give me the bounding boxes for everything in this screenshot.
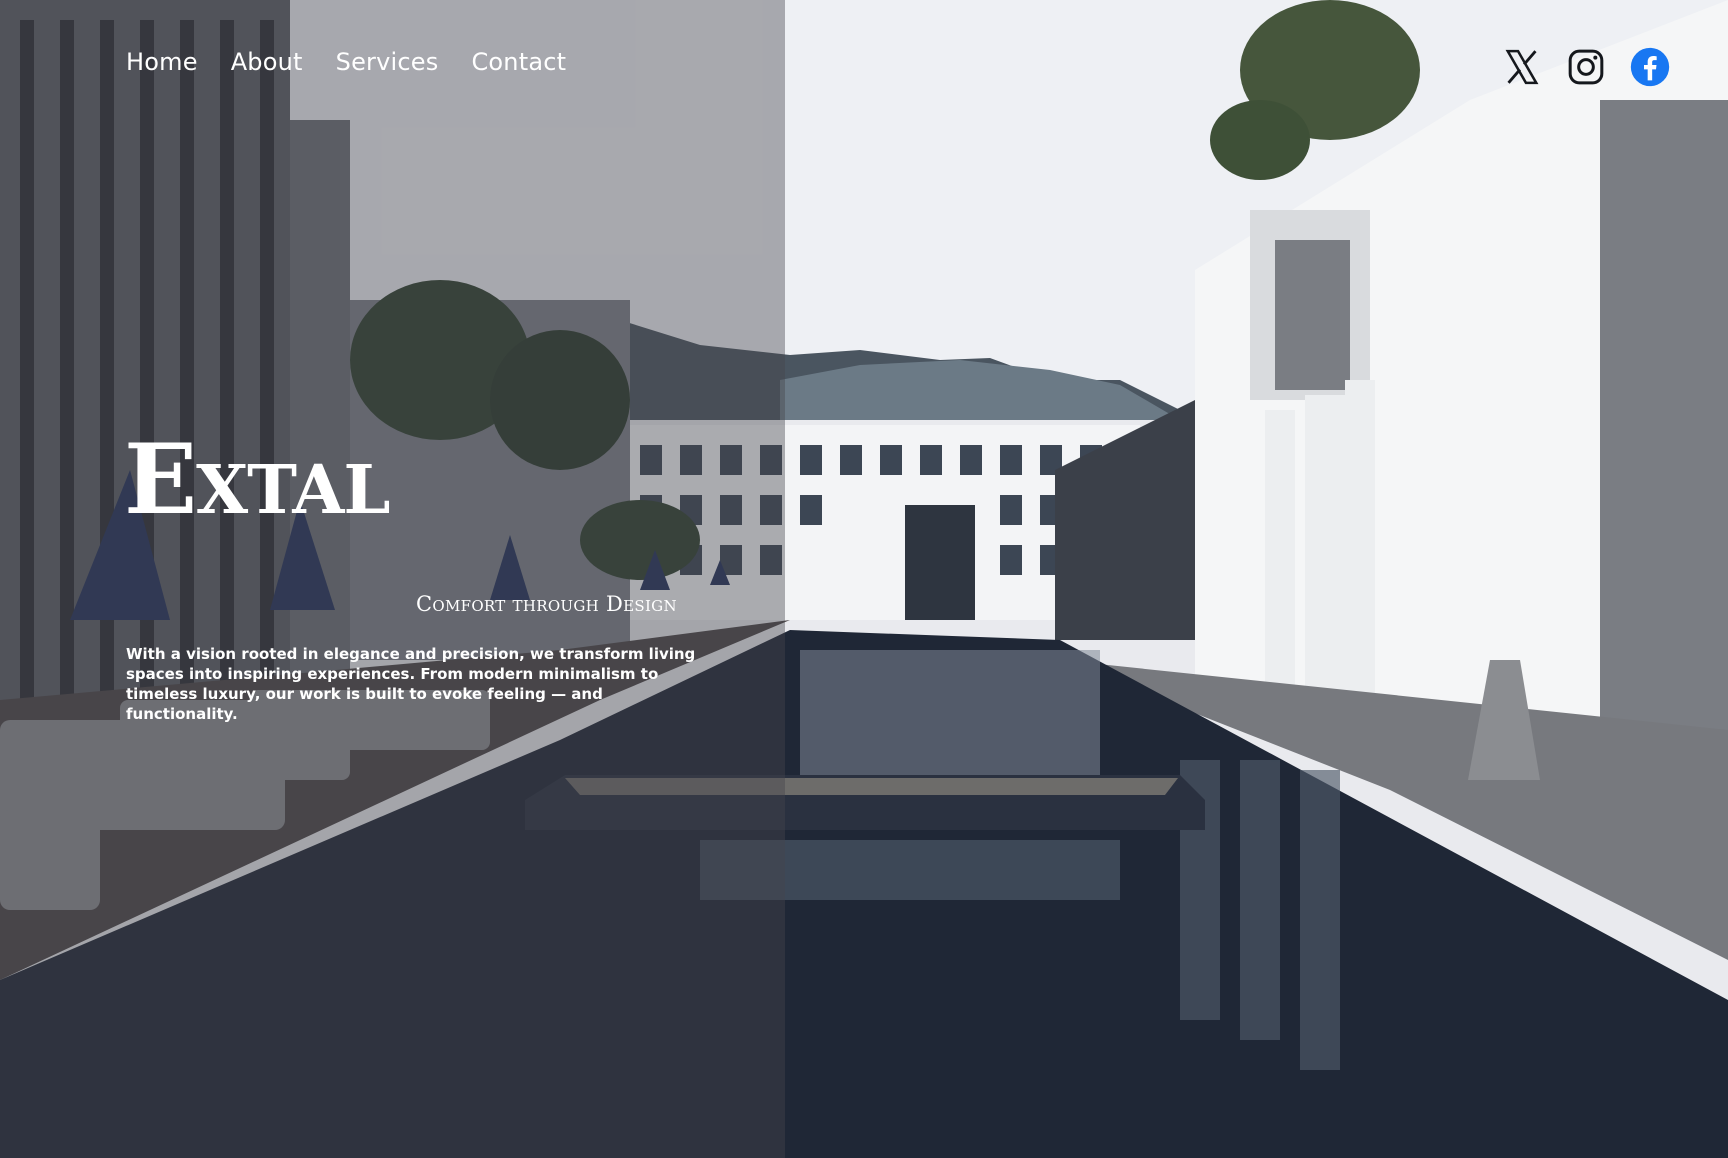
hero-subtitle: Comfort through Design	[416, 592, 677, 616]
landing-page: Home About Services Contact Extal Comfor…	[0, 0, 1728, 1158]
x-link[interactable]	[1501, 46, 1543, 88]
social-links	[1501, 46, 1671, 88]
nav-link-home[interactable]: Home	[126, 48, 198, 76]
left-dark-overlay	[0, 0, 785, 1158]
nav-link-about[interactable]: About	[231, 48, 303, 76]
nav-link-contact[interactable]: Contact	[471, 48, 566, 76]
instagram-link[interactable]	[1565, 46, 1607, 88]
facebook-icon	[1630, 47, 1670, 87]
facebook-link[interactable]	[1629, 46, 1671, 88]
hero-title: Extal	[124, 423, 390, 536]
instagram-icon	[1568, 49, 1604, 85]
hero-description: With a vision rooted in elegance and pre…	[126, 645, 696, 723]
nav-link-services[interactable]: Services	[336, 48, 439, 76]
x-icon	[1505, 49, 1539, 85]
main-nav: Home About Services Contact	[126, 48, 566, 76]
